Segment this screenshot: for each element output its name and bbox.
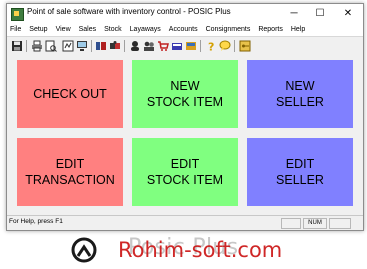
maximize-button[interactable]: ☐ [307,4,333,23]
minimize-button[interactable]: ─ [281,4,307,23]
menu-setup[interactable]: Setup [29,26,47,33]
toolbar: ? [7,36,363,56]
status-bar: For Help, press F1 NUM [7,215,363,230]
help-bubble-icon[interactable] [219,40,231,52]
menu-reports[interactable]: Reports [258,26,283,33]
new-seller-button[interactable]: NEW SELLER [247,60,353,128]
help-icon[interactable]: ? [205,40,217,54]
toolbar-separator [200,40,201,52]
logo-icon [71,237,97,263]
menu-consignments[interactable]: Consignments [206,26,251,33]
edit-stock-item-button[interactable]: EDIT STOCK ITEM [132,138,238,206]
watermark-text: Rohim-soft.com [118,238,283,262]
svg-text:?: ? [208,41,214,53]
menu-layaways[interactable]: Layaways [130,26,161,33]
check-out-button[interactable]: CHECK OUT [17,60,123,128]
print-preview-icon[interactable] [45,40,57,52]
menu-help[interactable]: Help [291,26,305,33]
edit-seller-button[interactable]: EDIT SELLER [247,138,353,206]
status-text: For Help, press F1 [9,218,63,225]
print-icon[interactable] [31,40,43,52]
new-stock-item-button[interactable]: NEW STOCK ITEM [132,60,238,128]
monitor-icon[interactable] [76,40,88,52]
toolbar-separator [26,40,27,52]
menu-accounts[interactable]: Accounts [169,26,198,33]
barcode-icon[interactable] [185,40,197,52]
save-icon[interactable] [11,40,23,52]
users-icon[interactable] [129,40,141,52]
num-lock-indicator: NUM [303,218,327,229]
toolbar-separator [91,40,92,52]
window-title: Point of sale software with inventory co… [27,7,231,16]
menu-file[interactable]: File [10,26,21,33]
edit-transaction-button[interactable]: EDIT TRANSACTION [17,138,123,206]
customer-icon[interactable] [143,40,155,52]
status-panel [281,218,301,229]
tag-icon[interactable] [239,40,251,52]
menu-sales[interactable]: Sales [79,26,97,33]
toolbar-separator [124,40,125,52]
footer-branding: Posic Plus Rohim-soft.com [0,232,367,269]
menu-stock[interactable]: Stock [104,26,122,33]
close-button[interactable]: ✕ [335,4,361,23]
app-icon [11,8,24,21]
group-icon[interactable] [109,40,121,52]
main-panel: CHECK OUT NEW STOCK ITEM NEW SELLER EDIT… [7,55,363,215]
toolbar-separator [234,40,235,52]
people-icon[interactable] [95,40,107,52]
menu-bar: File Setup View Sales Stock Layaways Acc… [7,23,363,36]
document-icon[interactable] [62,40,74,52]
cart-icon[interactable] [157,40,169,52]
title-bar[interactable]: Point of sale software with inventory co… [7,4,363,23]
menu-view[interactable]: View [56,26,71,33]
cash-register-icon[interactable] [171,40,183,52]
status-panel [329,218,351,229]
app-window: Point of sale software with inventory co… [6,3,364,231]
